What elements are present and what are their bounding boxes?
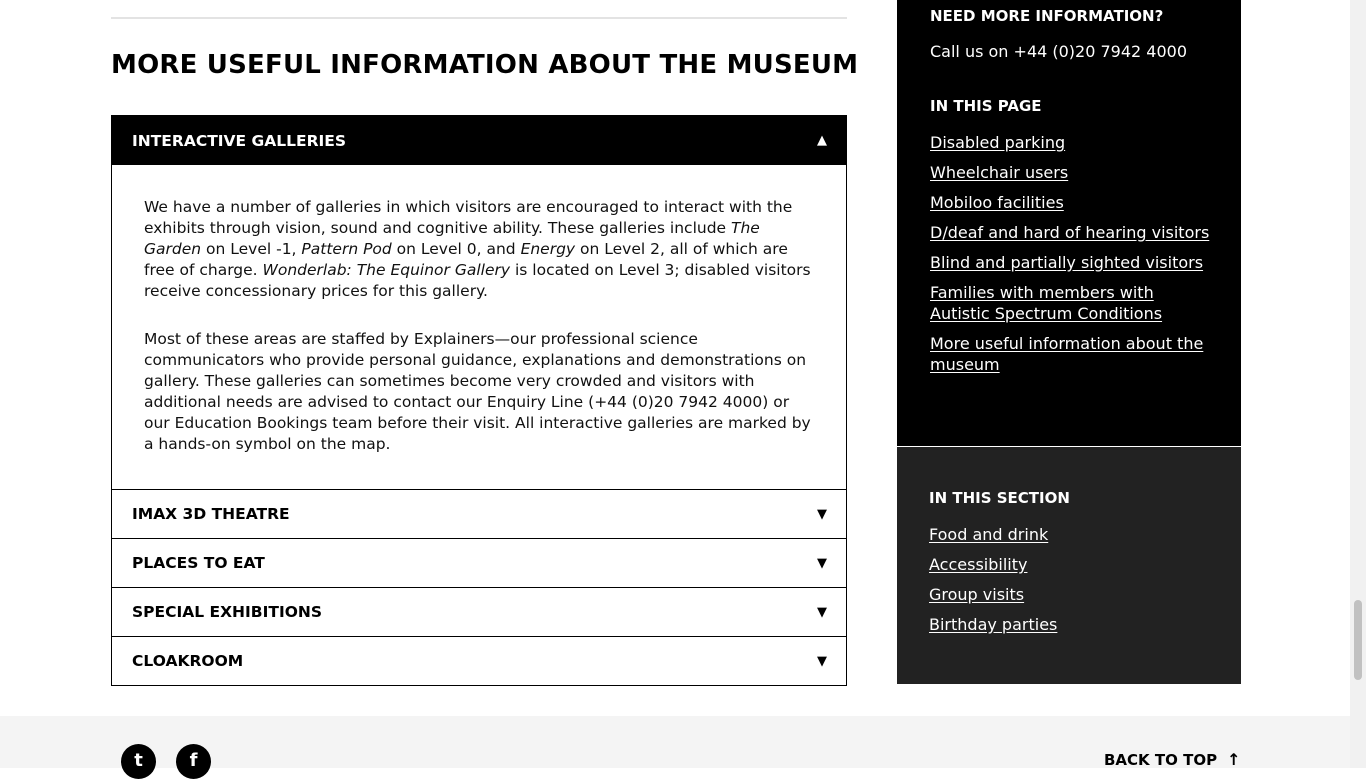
accordion-title: SPECIAL EXHIBITIONS (132, 603, 323, 621)
caret-down-icon: ▼ (817, 604, 827, 620)
link-birthday-parties[interactable]: Birthday parties (929, 615, 1057, 634)
list-item: Families with members with Autistic Spec… (930, 282, 1215, 324)
scrollbar-thumb[interactable] (1354, 600, 1362, 680)
footer: t f BACK TO TOP ↑ (0, 716, 1350, 779)
in-section-title: IN THIS SECTION (929, 489, 1070, 507)
accordion-title: PLACES TO EAT (132, 554, 265, 572)
list-item: More useful information about the museum (930, 333, 1215, 375)
accordion-body: We have a number of galleries in which v… (112, 165, 846, 489)
phone-text: Call us on +44 (0)20 7942 4000 (930, 42, 1188, 61)
arrow-up-icon: ↑ (1227, 750, 1241, 769)
twitter-icon[interactable]: t (121, 744, 156, 779)
accordion-header-special-exhibitions[interactable]: SPECIAL EXHIBITIONS ▼ (112, 587, 846, 636)
accordion-item-special-exhibitions: SPECIAL EXHIBITIONS ▼ (112, 587, 846, 636)
link-food-and-drink[interactable]: Food and drink (929, 525, 1048, 544)
section-heading: MORE USEFUL INFORMATION ABOUT THE MUSEUM (111, 50, 859, 80)
list-item: D/deaf and hard of hearing visitors (930, 222, 1215, 243)
accordion-item-interactive-galleries: INTERACTIVE GALLERIES ▲ We have a number… (112, 116, 846, 489)
section-panel: IN THIS SECTION Food and drink Accessibi… (897, 447, 1241, 684)
caret-down-icon: ▼ (817, 555, 827, 571)
info-panel: NEED MORE INFORMATION? Call us on +44 (0… (897, 0, 1241, 446)
in-page-links: Disabled parking Wheelchair users Mobilo… (930, 132, 1215, 384)
paragraph: We have a number of galleries in which v… (144, 198, 811, 300)
list-item: Wheelchair users (930, 162, 1215, 183)
in-page-title: IN THIS PAGE (930, 97, 1042, 115)
list-item: Accessibility (929, 554, 1214, 575)
link-autistic-spectrum[interactable]: Families with members with Autistic Spec… (930, 283, 1162, 323)
facebook-icon[interactable]: f (176, 744, 211, 779)
info-title: NEED MORE INFORMATION? (930, 7, 1164, 25)
link-wheelchair-users[interactable]: Wheelchair users (930, 163, 1068, 182)
caret-down-icon: ▼ (817, 653, 827, 669)
link-accessibility[interactable]: Accessibility (929, 555, 1027, 574)
back-to-top-label: BACK TO TOP (1104, 751, 1218, 769)
accordion-header-interactive-galleries[interactable]: INTERACTIVE GALLERIES ▲ (112, 116, 846, 165)
accordion-header-cloakroom[interactable]: CLOAKROOM ▼ (112, 636, 846, 685)
accordion: INTERACTIVE GALLERIES ▲ We have a number… (111, 115, 847, 686)
link-disabled-parking[interactable]: Disabled parking (930, 133, 1065, 152)
accordion-header-places-to-eat[interactable]: PLACES TO EAT ▼ (112, 538, 846, 587)
back-to-top-button[interactable]: BACK TO TOP ↑ (1104, 750, 1241, 769)
link-mobiloo-facilities[interactable]: Mobiloo facilities (930, 193, 1064, 212)
accordion-header-imax[interactable]: IMAX 3D THEATRE ▼ (112, 489, 846, 538)
link-blind-partially-sighted[interactable]: Blind and partially sighted visitors (930, 253, 1203, 272)
list-item: Birthday parties (929, 614, 1214, 635)
accordion-item-imax: IMAX 3D THEATRE ▼ (112, 489, 846, 538)
divider-line (111, 17, 847, 19)
list-item: Food and drink (929, 524, 1214, 545)
list-item: Group visits (929, 584, 1214, 605)
scrollbar[interactable] (1350, 0, 1366, 768)
accordion-title: IMAX 3D THEATRE (132, 505, 290, 523)
link-group-visits[interactable]: Group visits (929, 585, 1024, 604)
caret-down-icon: ▼ (817, 506, 827, 522)
list-item: Disabled parking (930, 132, 1215, 153)
accordion-title: CLOAKROOM (132, 652, 244, 670)
in-section-links: Food and drink Accessibility Group visit… (929, 524, 1214, 644)
list-item: Blind and partially sighted visitors (930, 252, 1215, 273)
link-deaf-hard-of-hearing[interactable]: D/deaf and hard of hearing visitors (930, 223, 1209, 242)
caret-up-icon: ▲ (817, 133, 827, 148)
accordion-title: INTERACTIVE GALLERIES (132, 131, 347, 150)
accordion-item-places-to-eat: PLACES TO EAT ▼ (112, 538, 846, 587)
accordion-item-cloakroom: CLOAKROOM ▼ (112, 636, 846, 685)
paragraph: Most of these areas are staffed by Expla… (144, 330, 811, 453)
list-item: Mobiloo facilities (930, 192, 1215, 213)
link-more-useful-information[interactable]: More useful information about the museum (930, 334, 1203, 374)
